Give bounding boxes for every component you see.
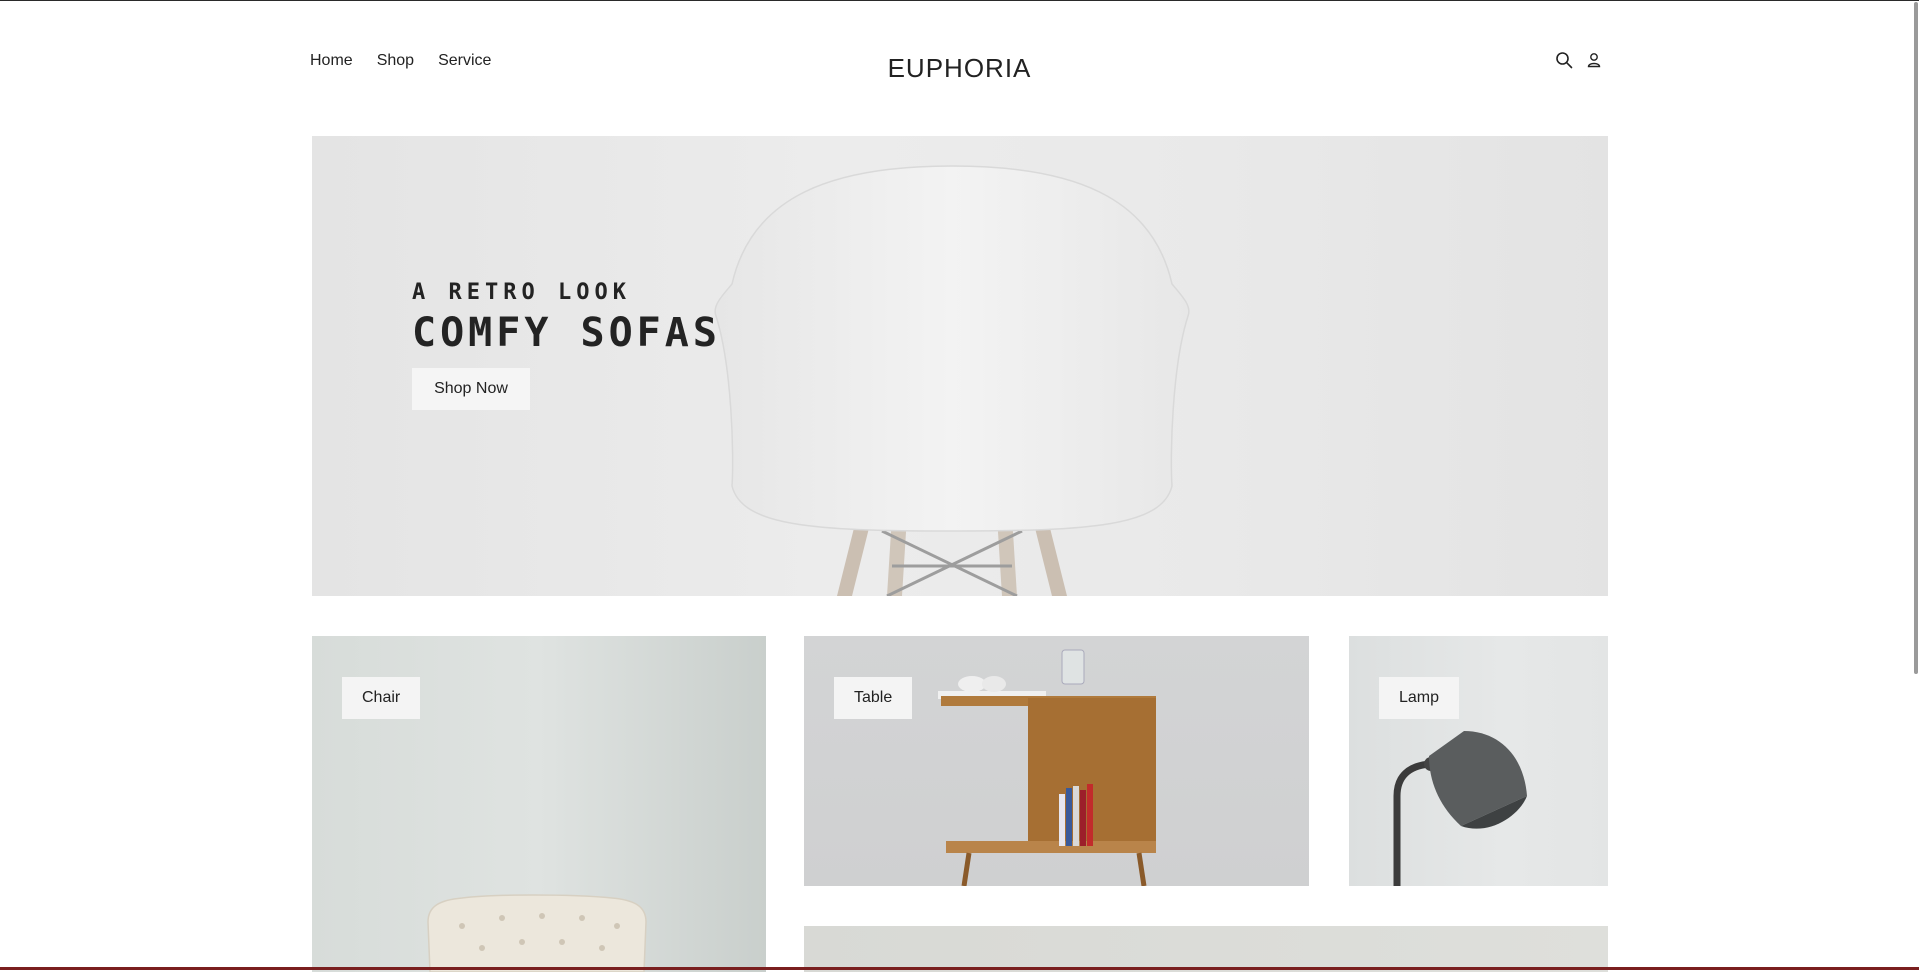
category-label-table[interactable]: Table <box>834 677 913 719</box>
user-icon[interactable] <box>1587 52 1601 68</box>
hero-chair-image <box>714 165 1190 596</box>
bottom-accent-bar <box>0 967 1919 970</box>
top-border <box>0 0 1919 1</box>
hero-title: COMFY SOFAS <box>412 310 721 356</box>
category-tile-partial[interactable] <box>804 926 1608 972</box>
side-table-image <box>938 649 1156 886</box>
header-actions <box>1555 51 1601 69</box>
hero-banner: A RETRO LOOK COMFY SOFAS Shop Now <box>312 136 1608 596</box>
category-tile-lamp[interactable]: Lamp <box>1349 636 1608 886</box>
shop-now-button[interactable]: Shop Now <box>412 368 530 410</box>
lamp-image <box>1393 731 1527 886</box>
category-label-chair[interactable]: Chair <box>342 677 421 719</box>
category-tile-table[interactable]: Table <box>804 636 1309 886</box>
search-icon[interactable] <box>1555 51 1573 69</box>
category-tile-chair[interactable]: Chair <box>312 636 766 972</box>
category-label-lamp[interactable]: Lamp <box>1379 677 1460 719</box>
hero-subtitle: A RETRO LOOK <box>412 280 631 305</box>
page-scrollbar[interactable] <box>1914 2 1918 674</box>
brand-logo[interactable]: EUPHORIA <box>0 53 1919 84</box>
